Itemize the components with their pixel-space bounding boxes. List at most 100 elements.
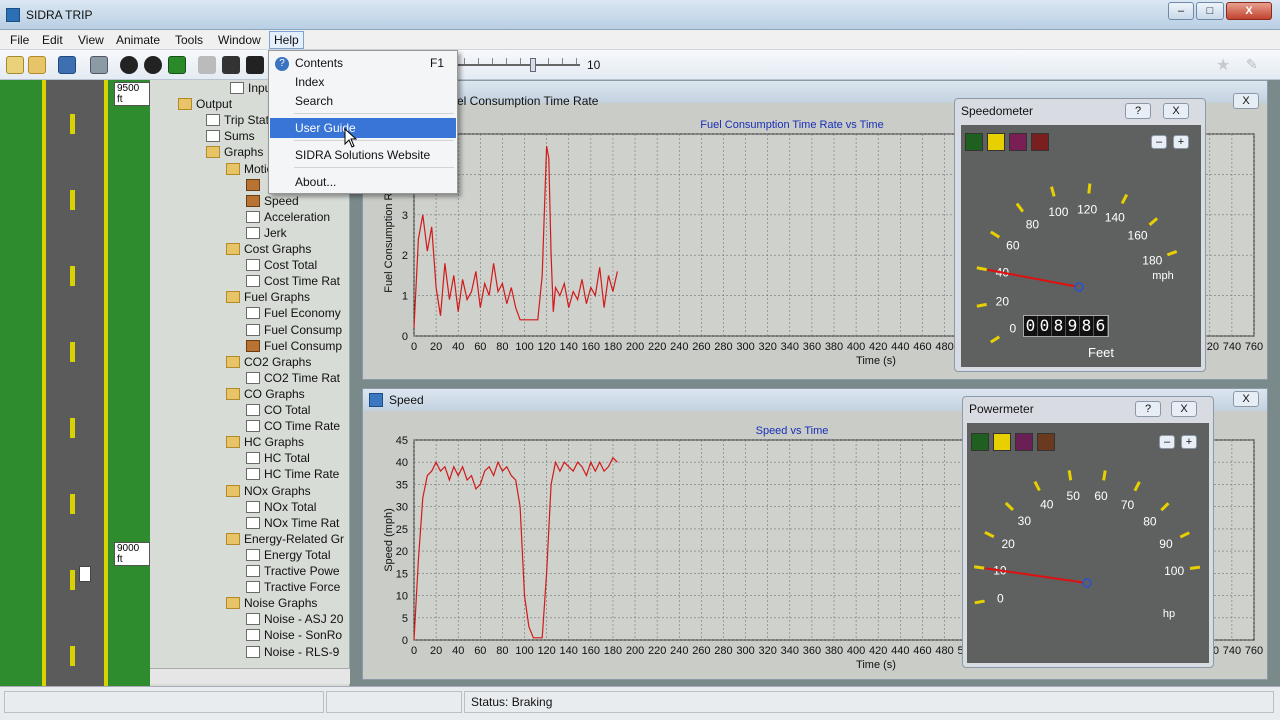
help-menu-item[interactable]: Search xyxy=(270,91,456,111)
tree-item[interactable]: Trip Stat xyxy=(206,113,269,129)
star-icon[interactable]: ★ xyxy=(1216,55,1230,75)
tree-item[interactable]: Noise - RLS-9 xyxy=(246,645,339,661)
tree-item[interactable]: Energy Total xyxy=(246,548,331,564)
tree-item[interactable]: Tractive Powe xyxy=(246,564,340,580)
tree-item[interactable]: CO2 Time Rat xyxy=(246,371,340,387)
close-button[interactable]: X xyxy=(1226,2,1272,20)
distance-label: 9000 ft xyxy=(114,542,150,566)
tree-item[interactable]: CO Graphs xyxy=(226,387,305,403)
help-button[interactable]: ? xyxy=(1135,401,1161,417)
y-tick-label: 25 xyxy=(396,524,408,536)
help-menu-item[interactable]: SIDRA Solutions Website xyxy=(270,145,456,165)
tree-item[interactable]: Fuel Graphs xyxy=(226,290,310,306)
save-icon[interactable] xyxy=(58,56,76,74)
help-menu-item[interactable]: Index xyxy=(270,72,456,92)
x-tick-label: 260 xyxy=(692,341,710,353)
graph-icon[interactable] xyxy=(168,56,186,74)
x-tick-label: 380 xyxy=(825,341,843,353)
gauge-scale-label: 70 xyxy=(1121,498,1135,512)
tree-item[interactable]: HC Total xyxy=(246,451,310,467)
tree-item[interactable]: Cost Total xyxy=(246,258,317,274)
x-tick-label: 200 xyxy=(626,645,644,657)
tree-item[interactable]: Fuel Consump xyxy=(246,339,342,355)
speedometer-dial: – + 020406080100120140160180mph 0 0 8 9 … xyxy=(961,125,1201,367)
tree-item[interactable]: Graphs xyxy=(206,145,263,161)
tree-item[interactable]: CO Total xyxy=(246,403,310,419)
gauge-scale-label: 80 xyxy=(1143,514,1157,528)
doc-icon xyxy=(246,307,260,320)
menu-view[interactable]: View xyxy=(74,32,108,48)
tree-item[interactable]: Tractive Force xyxy=(246,580,340,596)
gauge-tick xyxy=(1179,531,1190,539)
chart-title: Speed vs Time xyxy=(756,425,829,437)
wrench-icon[interactable]: ✎ xyxy=(1246,56,1258,73)
tree-item[interactable]: HC Graphs xyxy=(226,435,304,451)
tree-item[interactable]: NOx Total xyxy=(246,500,316,516)
tree-item[interactable]: Energy-Related Gr xyxy=(226,532,344,548)
tree-item-label: Noise Graphs xyxy=(244,596,318,611)
x-tick-label: 320 xyxy=(759,645,777,657)
speed-slider-thumb[interactable] xyxy=(530,58,537,72)
tree-item[interactable]: Sums xyxy=(206,129,255,145)
help-menu-item[interactable]: User Guide xyxy=(270,118,456,138)
x-tick-label: 340 xyxy=(781,645,799,657)
tree-item[interactable]: CO Time Rate xyxy=(246,419,340,435)
tree-item[interactable]: Output xyxy=(178,97,232,113)
menu-window[interactable]: Window xyxy=(214,32,265,48)
gauge-tick xyxy=(984,530,995,539)
help-menu-item[interactable]: About... xyxy=(270,172,456,192)
new-icon[interactable] xyxy=(6,56,24,74)
tree-item[interactable]: Noise - SonRo xyxy=(246,628,342,644)
pause-icon[interactable] xyxy=(222,56,240,74)
tree-item[interactable]: NOx Time Rat xyxy=(246,516,339,532)
y-tick-label: 35 xyxy=(396,479,408,491)
tree-item[interactable]: NOx Graphs xyxy=(226,484,311,500)
tree-item[interactable]: Noise Graphs xyxy=(226,596,317,612)
powermeter-close-button[interactable]: X xyxy=(1171,401,1197,417)
tree-item-label: NOx Time Rat xyxy=(264,515,340,530)
x-tick-label: 280 xyxy=(714,645,732,657)
menu-edit[interactable]: Edit xyxy=(38,32,67,48)
roundabout-icon[interactable] xyxy=(120,56,138,74)
speed-window-close-button[interactable]: X xyxy=(1233,391,1259,407)
tree-item[interactable]: HC Time Rate xyxy=(246,467,339,483)
maximize-button[interactable]: □ xyxy=(1196,2,1224,20)
play-icon[interactable] xyxy=(198,56,216,74)
tree-item[interactable]: Fuel Economy xyxy=(246,306,341,322)
tree-item[interactable]: Acceleration xyxy=(246,210,330,226)
help-button[interactable]: ? xyxy=(1125,103,1151,119)
tree-item[interactable]: Noise - ASJ 20 xyxy=(246,612,343,628)
tree-horizontal-scrollbar[interactable] xyxy=(150,668,350,684)
tree-item[interactable]: Speed xyxy=(246,194,299,210)
help-dropdown-menu: ? Contents F1 Index Search User Guide SIDRA S… xyxy=(268,50,458,194)
menu-animate[interactable]: Animate xyxy=(112,32,164,48)
menu-help[interactable]: Help xyxy=(269,31,304,49)
tree-item[interactable]: Jerk xyxy=(246,226,287,242)
menu-file[interactable]: File xyxy=(6,32,33,48)
stop-icon[interactable] xyxy=(246,56,264,74)
open-folder-icon[interactable] xyxy=(28,56,46,74)
doc-icon xyxy=(246,581,260,594)
tree-item[interactable]: CO2 Graphs xyxy=(226,355,311,371)
doc-icon xyxy=(246,404,260,416)
powermeter-window: Powermeter ? X – + 010203040506070809010… xyxy=(962,396,1214,668)
print-icon[interactable] xyxy=(90,56,108,74)
speed-slider[interactable] xyxy=(450,64,580,66)
menu-tools[interactable]: Tools xyxy=(171,32,207,48)
tree-item[interactable]: Motio xyxy=(226,162,273,178)
odometer-digit: 8 xyxy=(1080,316,1094,336)
tree-item[interactable]: Cost Time Rat xyxy=(246,274,340,290)
folder-icon xyxy=(226,162,240,175)
odometer-unit: Feet xyxy=(1088,345,1115,360)
intersection-icon[interactable] xyxy=(144,56,162,74)
tree-item[interactable]: Fuel Consump xyxy=(246,323,342,339)
folder-icon xyxy=(226,355,240,368)
y-tick-label: 0 xyxy=(402,331,408,343)
tree-item[interactable]: Cost Graphs xyxy=(226,242,311,258)
x-tick-label: 480 xyxy=(935,341,953,353)
minimize-button[interactable]: – xyxy=(1168,2,1194,20)
y-axis-label: Fuel Consumption Rate xyxy=(383,177,395,293)
speedometer-close-button[interactable]: X xyxy=(1163,103,1189,119)
help-menu-item[interactable]: Contents F1 xyxy=(270,53,456,73)
tree-item[interactable] xyxy=(246,178,264,194)
